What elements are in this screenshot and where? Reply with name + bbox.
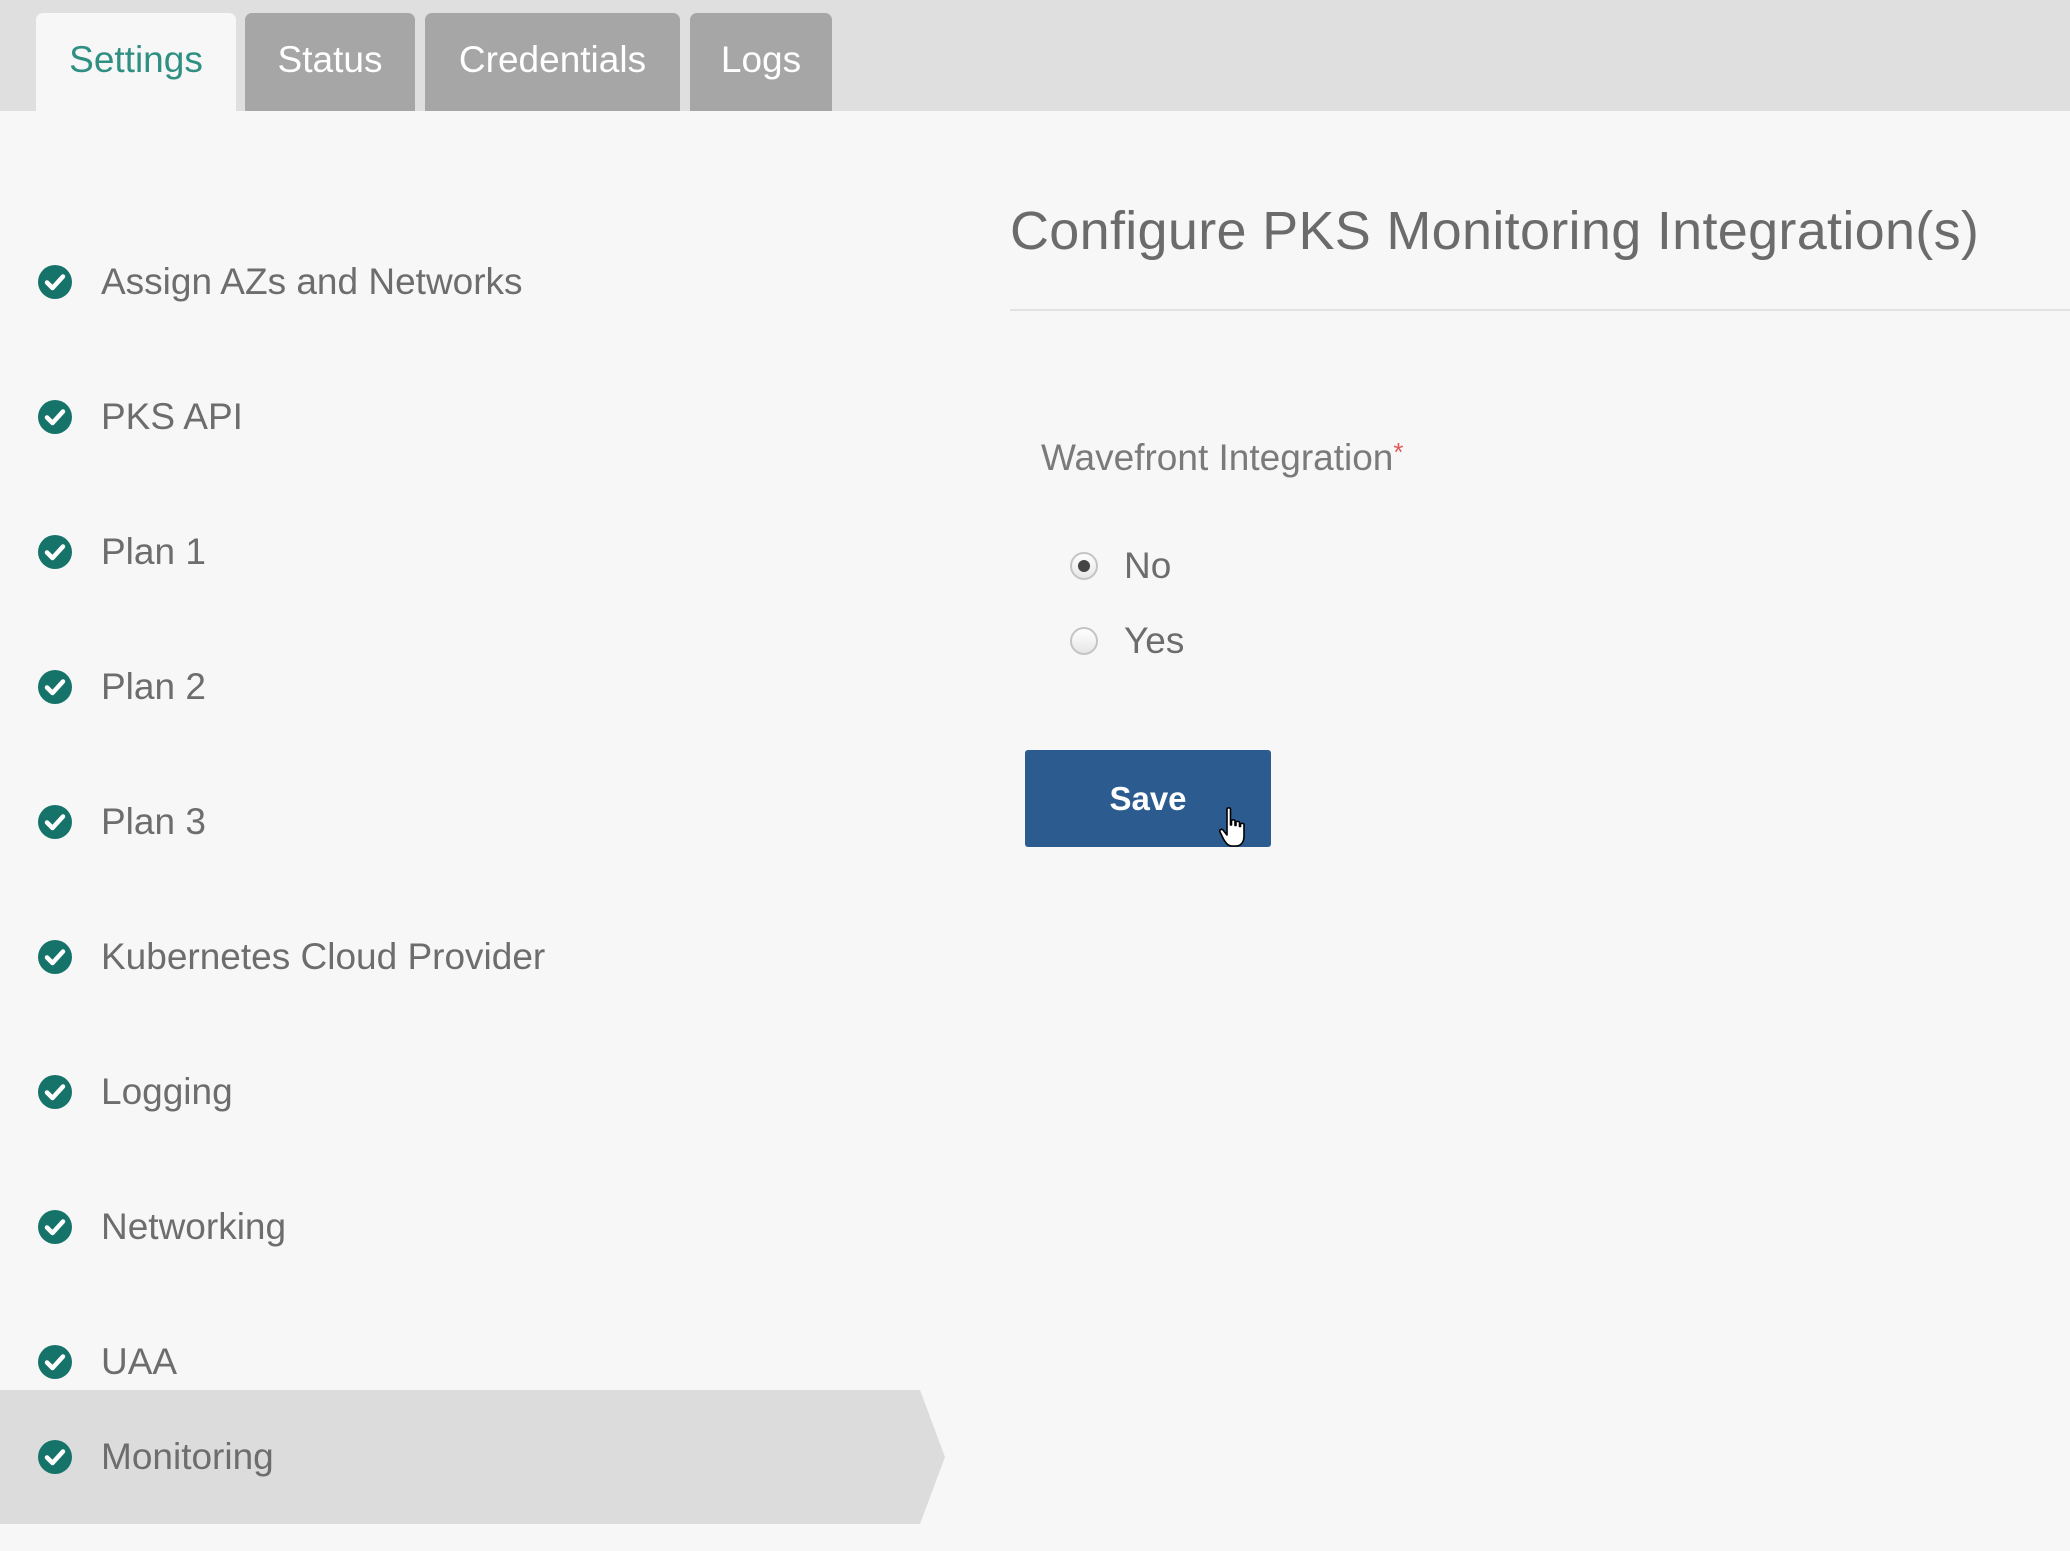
tab-bar: Settings Status Credentials Logs (0, 0, 2070, 111)
sidebar: Assign AZs and Networks PKS API Plan 1 P… (0, 111, 945, 1551)
tab-status[interactable]: Status (245, 13, 415, 111)
radio-label-yes: Yes (1124, 620, 1185, 661)
wavefront-integration-label: Wavefront Integration* (1041, 437, 1404, 479)
sidebar-item-label: Networking (101, 1206, 287, 1247)
tab-credentials[interactable]: Credentials (425, 13, 680, 111)
sidebar-item-networking[interactable]: Networking (0, 1160, 920, 1294)
radio-label-no: No (1124, 545, 1172, 586)
sidebar-item-logging[interactable]: Logging (0, 1025, 920, 1159)
check-circle-icon (38, 805, 72, 839)
check-circle-icon (38, 535, 72, 569)
sidebar-item-monitoring[interactable]: Monitoring (0, 1390, 945, 1524)
sidebar-item-label: Plan 1 (101, 531, 206, 572)
sidebar-item-label: Monitoring (101, 1436, 274, 1477)
radio-option-no[interactable]: No (1070, 541, 1171, 591)
sidebar-item-label: Logging (101, 1071, 233, 1112)
check-circle-icon (38, 1440, 72, 1474)
tab-settings[interactable]: Settings (36, 13, 236, 111)
divider (1010, 309, 2070, 311)
sidebar-item-label: PKS API (101, 396, 243, 437)
sidebar-item-label: Plan 3 (101, 801, 206, 842)
check-circle-icon (38, 265, 72, 299)
check-circle-icon (38, 400, 72, 434)
radio-option-yes[interactable]: Yes (1070, 616, 1184, 666)
sidebar-item-pks-api[interactable]: PKS API (0, 350, 920, 484)
radio-yes[interactable] (1070, 627, 1098, 655)
sidebar-item-kubernetes-cloud-provider[interactable]: Kubernetes Cloud Provider (0, 890, 920, 1024)
sidebar-item-label: Kubernetes Cloud Provider (101, 936, 546, 977)
sidebar-item-label: Plan 2 (101, 666, 206, 707)
sidebar-item-plan-1[interactable]: Plan 1 (0, 485, 920, 619)
sidebar-item-assign-azs-and-networks[interactable]: Assign AZs and Networks (0, 215, 920, 349)
app-window: Settings Status Credentials Logs Assign … (0, 0, 2070, 1551)
tab-logs[interactable]: Logs (690, 13, 832, 111)
check-circle-icon (38, 1345, 72, 1379)
page-title: Configure PKS Monitoring Integration(s) (1010, 201, 1980, 261)
sidebar-item-label: Assign AZs and Networks (101, 261, 523, 302)
radio-no[interactable] (1070, 552, 1098, 580)
check-circle-icon (38, 670, 72, 704)
sidebar-item-label: UAA (101, 1341, 178, 1382)
hand-pointer-icon (1218, 807, 1245, 847)
check-circle-icon (38, 940, 72, 974)
field-label-text: Wavefront Integration (1041, 437, 1394, 478)
required-marker: * (1393, 437, 1404, 467)
check-circle-icon (38, 1075, 72, 1109)
check-circle-icon (38, 1210, 72, 1244)
sidebar-item-plan-2[interactable]: Plan 2 (0, 620, 920, 754)
sidebar-item-plan-3[interactable]: Plan 3 (0, 755, 920, 889)
